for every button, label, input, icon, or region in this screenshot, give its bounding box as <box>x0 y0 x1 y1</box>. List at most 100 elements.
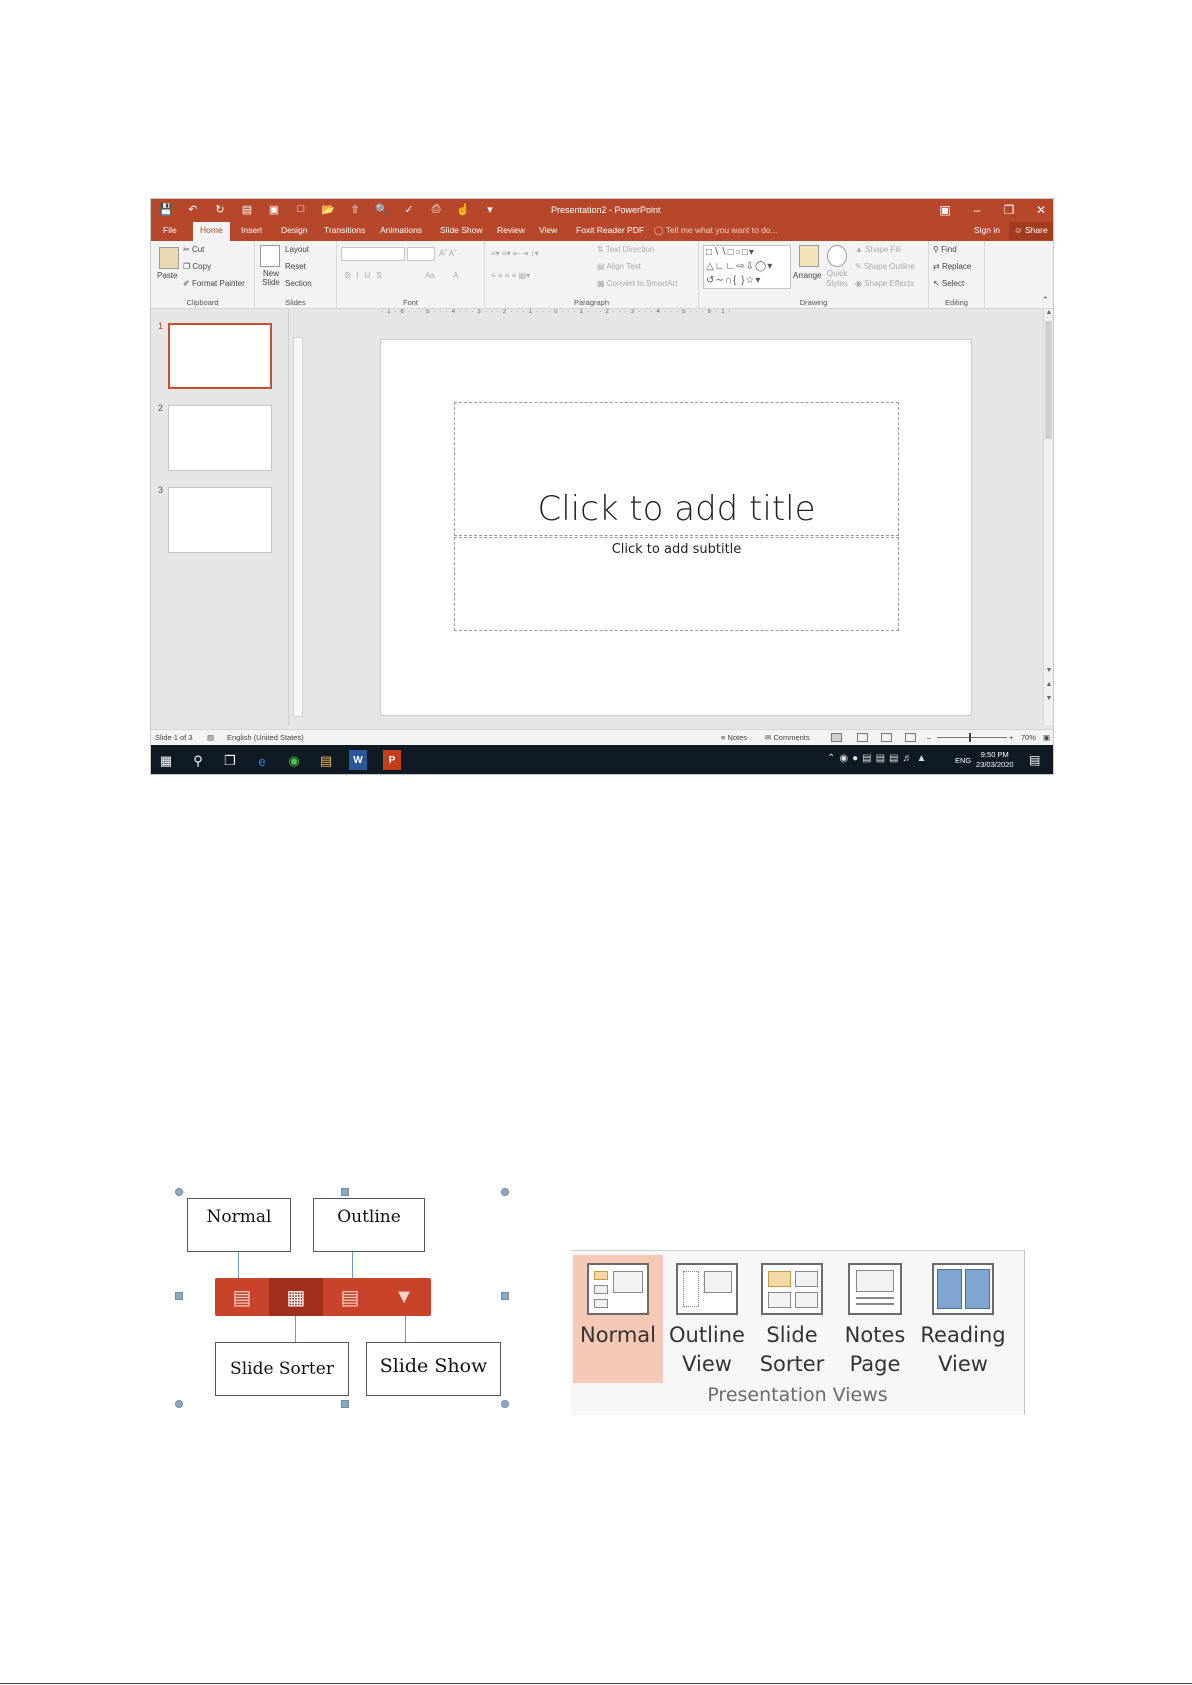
zoom-in-icon[interactable]: + <box>1009 733 1013 742</box>
scrollbar-thumb[interactable] <box>1045 321 1052 439</box>
convert-smartart-button[interactable]: ▦ Convert to SmartArt <box>597 279 677 288</box>
selection-handle[interactable] <box>341 1400 349 1408</box>
tab-slide-show[interactable]: Slide Show <box>440 225 483 235</box>
bold-button[interactable]: B <box>345 271 356 280</box>
tab-animations[interactable]: Animations <box>380 225 422 235</box>
restore-icon[interactable]: ❐ <box>1001 201 1017 219</box>
new-slide-button[interactable]: New Slide <box>257 269 285 287</box>
share-button[interactable]: ☺ Share <box>1009 222 1053 240</box>
tell-me-box[interactable]: ◯ Tell me what you want to do... <box>654 225 778 236</box>
selection-handle[interactable] <box>175 1292 183 1300</box>
slide-thumbnail-2[interactable] <box>168 405 272 471</box>
edge-browser-icon[interactable]: e <box>253 752 271 770</box>
tab-home[interactable]: Home <box>193 222 230 241</box>
print-icon[interactable]: ⎙ <box>429 202 443 216</box>
minimize-icon[interactable]: – <box>969 201 985 219</box>
customize-qat-icon[interactable]: ▾ <box>483 202 497 216</box>
selection-handle[interactable] <box>175 1400 183 1408</box>
zoom-slider-handle[interactable] <box>969 733 971 742</box>
sign-in-link[interactable]: Sign in <box>974 225 1000 235</box>
print-preview-icon[interactable]: 🔍 <box>375 202 389 216</box>
search-icon[interactable]: ⚲ <box>189 752 207 770</box>
slide-sorter-view-icon[interactable] <box>857 733 868 742</box>
normal-view-button[interactable]: Normal <box>573 1255 663 1383</box>
scroll-up-icon[interactable]: ▲ <box>1044 309 1053 316</box>
subtitle-placeholder[interactable]: Click to add subtitle <box>454 537 899 631</box>
new-file-icon[interactable]: □ <box>294 202 308 216</box>
slide-thumbnail-1[interactable] <box>168 323 272 389</box>
reading-view-icon[interactable] <box>881 733 892 742</box>
new-slide-icon[interactable]: ▣ <box>267 202 281 216</box>
comments-button[interactable]: ✉ Comments <box>765 733 810 742</box>
format-painter-button[interactable]: ✐ Format Painter <box>183 279 245 288</box>
change-case-button[interactable]: Aa <box>425 271 435 280</box>
reset-button[interactable]: Reset <box>285 262 306 271</box>
slide-show-view-icon[interactable]: ▼ <box>377 1278 431 1316</box>
italic-button[interactable]: I <box>356 271 364 280</box>
close-icon[interactable]: ✕ <box>1033 201 1049 219</box>
windows-start-icon[interactable]: ▦ <box>157 752 175 770</box>
tab-insert[interactable]: Insert <box>241 225 262 235</box>
text-direction-button[interactable]: ⇅ Text Direction <box>597 245 654 254</box>
redo-icon[interactable]: ↻ <box>213 202 227 216</box>
zoom-level[interactable]: 70% <box>1021 733 1036 742</box>
selection-handle[interactable] <box>501 1188 509 1196</box>
title-placeholder[interactable]: Click to add title <box>454 402 899 536</box>
start-from-beginning-icon[interactable]: ▤ <box>240 202 254 216</box>
font-color-button[interactable]: A <box>453 271 458 280</box>
slide-show-view-icon[interactable] <box>905 733 916 742</box>
selection-handle[interactable] <box>501 1292 509 1300</box>
slide-sorter-view-button[interactable]: Slide Sorter <box>751 1255 833 1383</box>
slide-thumbnail-3[interactable] <box>168 487 272 553</box>
file-explorer-icon[interactable]: ▤ <box>317 752 335 770</box>
powerpoint-app-icon[interactable]: P <box>383 750 401 770</box>
bullets-icon[interactable]: ≡▾ ≡▾ ⇤ ⇥ ↕▾ <box>491 249 539 258</box>
ribbon-display-icon[interactable]: ▣ <box>937 201 953 219</box>
next-slide-icon[interactable]: ▼ <box>1044 695 1053 702</box>
collapse-ribbon-icon[interactable]: ⌃ <box>1041 295 1049 306</box>
quick-styles-icon[interactable] <box>827 245 847 267</box>
paste-icon[interactable] <box>159 247 179 269</box>
selection-handle[interactable] <box>501 1400 509 1408</box>
shape-fill-button[interactable]: ▲ Shape Fill <box>855 245 901 254</box>
export-icon[interactable]: ⇧ <box>348 202 362 216</box>
normal-view-icon[interactable] <box>831 733 842 742</box>
font-name-box[interactable] <box>341 247 405 261</box>
align-text-button[interactable]: ▤ Align Text <box>597 262 641 271</box>
strikethrough-button[interactable]: S <box>376 271 387 280</box>
tab-design[interactable]: Design <box>281 225 307 235</box>
font-style-buttons[interactable]: BIUS <box>345 271 388 280</box>
touch-mode-icon[interactable]: ☝ <box>456 202 470 216</box>
previous-slide-icon[interactable]: ▲ <box>1044 681 1053 688</box>
quick-styles-button[interactable]: Quick Styles <box>823 269 851 289</box>
word-app-icon[interactable]: W <box>349 750 367 770</box>
app-icon[interactable]: ◉ <box>285 752 303 770</box>
open-folder-icon[interactable]: 📂 <box>321 202 335 216</box>
language-status[interactable]: English (United States) <box>227 733 304 742</box>
select-button[interactable]: ↖ Select <box>933 279 964 288</box>
tab-transitions[interactable]: Transitions <box>324 225 365 235</box>
slide-sorter-view-icon[interactable]: ▦ <box>269 1278 323 1316</box>
tab-file[interactable]: File <box>163 225 177 235</box>
new-slide-icon[interactable] <box>260 245 280 267</box>
shape-outline-button[interactable]: ✎ Shape Outline <box>855 262 915 271</box>
tab-review[interactable]: Review <box>497 225 525 235</box>
save-icon[interactable]: 💾 <box>159 202 173 216</box>
underline-button[interactable]: U <box>365 271 377 280</box>
outline-view-button[interactable]: Outline View <box>663 1255 751 1383</box>
align-icons[interactable]: ≡ ≡ ≡ ≡ ▤▾ <box>491 271 530 280</box>
spelling-status-icon[interactable]: ▤ <box>207 733 214 742</box>
find-button[interactable]: ⚲ Find <box>933 245 957 254</box>
normal-view-icon[interactable]: ▤ <box>215 1278 269 1316</box>
notes-page-view-button[interactable]: Notes Page <box>833 1255 917 1383</box>
shapes-gallery[interactable]: □∖∖□○□▾ △∟∟⇨⇩◯▾ ↺∼∩{ }☆▾ <box>703 245 791 289</box>
paste-button[interactable]: Paste <box>157 271 177 280</box>
replace-button[interactable]: ⇄ Replace <box>933 262 971 271</box>
notifications-icon[interactable]: ▤ <box>1029 753 1040 767</box>
task-view-icon[interactable]: ❐ <box>221 752 239 770</box>
tab-view[interactable]: View <box>539 225 557 235</box>
reading-view-icon[interactable]: ▤ <box>323 1278 377 1316</box>
layout-button[interactable]: Layout <box>285 245 309 254</box>
spelling-icon[interactable]: ✓ <box>402 202 416 216</box>
tab-foxit-reader-pdf[interactable]: Foxit Reader PDF <box>576 225 644 235</box>
